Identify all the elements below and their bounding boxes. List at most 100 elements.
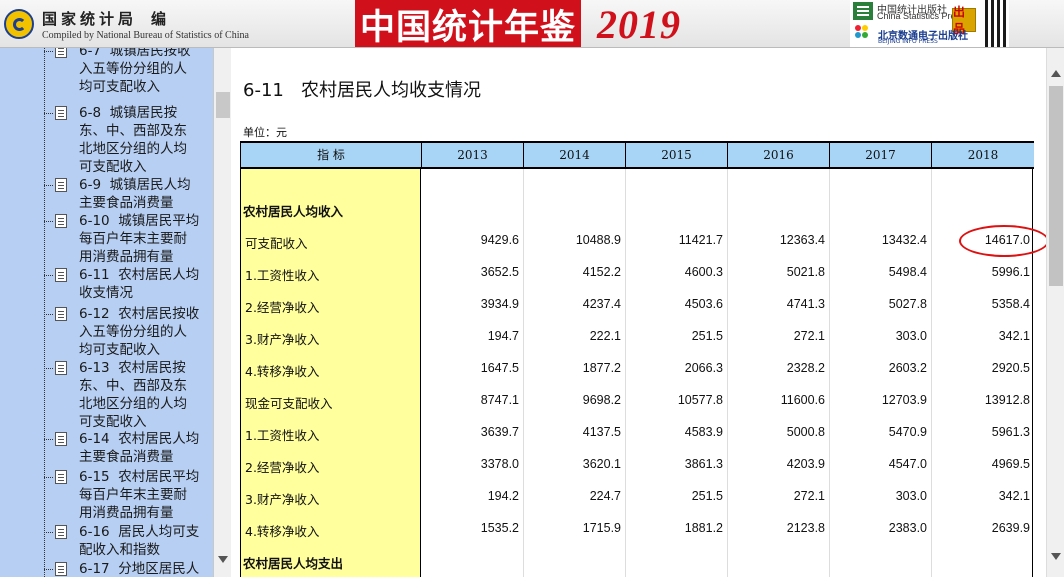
scroll-up-arrow-icon[interactable] (1051, 70, 1061, 77)
sidebar-scrollbar[interactable] (213, 48, 231, 577)
scroll-down-arrow-icon[interactable] (218, 556, 228, 563)
value-cell: 224.7 (589, 489, 621, 503)
value-cell: 194.2 (487, 489, 519, 503)
toc-item-label[interactable]: 6-8 城镇居民按 东、中、西部及东 北地区分组的人均 可支配收入 (79, 104, 209, 176)
value-cell: 3639.7 (480, 425, 519, 439)
table-row: 2.经营净收入 3378.0 3620.1 3861.3 4203.9 4547.0 496… (241, 449, 1034, 481)
document-icon (55, 48, 67, 58)
value-cell: 4503.6 (684, 297, 723, 311)
table-row: 4.转移净收入 1535.2 1715.9 1881.2 2123.8 2383.0 263… (241, 513, 1034, 545)
toc-item-label[interactable]: 6-16 居民人均可支 配收入和指数 (79, 523, 209, 559)
decorative-stripes (985, 0, 1009, 47)
value-cell: 5961.3 (991, 425, 1030, 439)
table-row: 现金可支配收入 8747.1 9698.2 10577.8 11600.6 12703.9… (241, 385, 1034, 417)
main-scroll-thumb[interactable] (1049, 86, 1063, 286)
value-cell: 4203.9 (786, 457, 825, 471)
value-cell: 1647.5 (480, 361, 519, 375)
table-section-row: 农村居民人均支出 (241, 545, 1034, 577)
value-cell: 8747.1 (480, 393, 519, 407)
value-cell: 4741.3 (786, 297, 825, 311)
value-cell: 2603.2 (888, 361, 927, 375)
year-header: 2013 (421, 143, 523, 167)
table-section-row: 农村居民人均收入 (241, 193, 1034, 225)
value-cell: 4137.5 (582, 425, 621, 439)
value-cell: 2639.9 (991, 521, 1030, 535)
value-cell: 4583.9 (684, 425, 723, 439)
document-icon (55, 361, 67, 375)
document-icon (55, 214, 67, 228)
row-label: 2.经营净收入 (245, 300, 320, 315)
value-cell: 251.5 (691, 329, 723, 343)
table-of-contents-sidebar: 6-7 城镇居民按收 入五等份分组的人 均可支配收入 6-8 城镇居民按 东、中… (0, 48, 213, 577)
year-header: 2015 (625, 143, 727, 167)
table-row: 2.经营净收入 3934.9 4237.4 4503.6 4741.3 5027.8 535… (241, 289, 1034, 321)
row-label: 4.转移净收入 (245, 364, 320, 379)
value-cell: 5000.8 (786, 425, 825, 439)
table-row: 1.工资性收入 3639.7 4137.5 4583.9 5000.8 5470.9 596… (241, 417, 1034, 449)
toc-item-label[interactable]: 6-11 农村居民人均 收支情况 (79, 266, 209, 302)
toc-item-label[interactable]: 6-7 城镇居民按收 入五等份分组的人 均可支配收入 (79, 48, 209, 96)
toc-item-label[interactable]: 6-15 农村居民平均 每百户年末主要耐 用消费品拥有量 (79, 468, 209, 522)
table-row: 3.财产净收入 194.7 222.1 251.5 272.1 303.0 342.1 (241, 321, 1034, 353)
value-cell: 4600.3 (684, 265, 723, 279)
year-header: 2016 (727, 143, 829, 167)
value-cell: 3620.1 (582, 457, 621, 471)
value-cell: 5470.9 (888, 425, 927, 439)
value-cell: 9429.6 (480, 233, 519, 247)
value-cell: 4969.5 (991, 457, 1030, 471)
toc-item-label[interactable]: 6-14 农村居民人均 主要食品消费量 (79, 430, 209, 466)
scroll-down-arrow-icon[interactable] (1051, 553, 1061, 560)
value-cell: 13432.4 (881, 233, 927, 247)
data-table: 指 标 2013 2014 2015 2016 2017 2018 农村居民人均… (240, 141, 1034, 577)
row-label: 1.工资性收入 (245, 428, 320, 443)
value-cell: 5358.4 (991, 297, 1030, 311)
nbs-logo-icon (4, 9, 34, 39)
document-icon (55, 307, 67, 321)
main-scrollbar[interactable] (1046, 48, 1064, 577)
beijing-info-press-icon (855, 25, 875, 45)
document-icon (55, 470, 67, 484)
table-row: 3.财产净收入 194.2 224.7 251.5 272.1 303.0 342.1 (241, 481, 1034, 513)
value-cell: 3378.0 (480, 457, 519, 471)
org-name-en: Compiled by National Bureau of Statistic… (42, 29, 249, 41)
value-cell: 2123.8 (786, 521, 825, 535)
row-label: 1.工资性收入 (245, 268, 320, 283)
row-label: 可支配收入 (245, 236, 308, 251)
row-label: 2.经营净收入 (245, 460, 320, 475)
toc-item-label[interactable]: 6-13 农村居民按 东、中、西部及东 北地区分组的人均 可支配收入 (79, 359, 209, 431)
value-cell: 10577.8 (677, 393, 723, 407)
document-icon (55, 432, 67, 446)
year-header: 2017 (829, 143, 931, 167)
toc-item-label[interactable]: 6-10 城镇居民平均 每百户年末主要耐 用消费品拥有量 (79, 212, 209, 266)
indicator-header: 指 标 (317, 148, 345, 162)
sidebar-scroll-thumb[interactable] (216, 92, 230, 118)
value-cell: 3934.9 (480, 297, 519, 311)
yearbook-header-banner: 国家统计局编 Compiled by National Bureau of St… (0, 0, 1064, 48)
document-icon (55, 525, 67, 539)
value-cell: 222.1 (589, 329, 621, 343)
row-label: 4.转移净收入 (245, 524, 320, 539)
value-cell: 2328.2 (786, 361, 825, 375)
value-cell: 4237.4 (582, 297, 621, 311)
document-icon (55, 268, 67, 282)
digital-publisher-en: BEIJING INFO PRESS (878, 38, 938, 45)
value-cell: 2920.5 (991, 361, 1030, 375)
toc-item-label[interactable]: 6-17 分地区居民人 (79, 560, 209, 577)
toc-item-label[interactable]: 6-12 农村居民按收 入五等份分组的人 均可支配收入 (79, 305, 209, 359)
table-row: 1.工资性收入 3652.5 4152.2 4600.3 5021.8 5498.4 599… (241, 257, 1034, 289)
document-icon (55, 562, 67, 576)
value-cell: 5021.8 (786, 265, 825, 279)
value-cell: 11600.6 (780, 393, 825, 407)
value-cell: 303.0 (895, 329, 927, 343)
value-cell: 4547.0 (888, 457, 927, 471)
edit-label: 编 (151, 9, 171, 28)
document-icon (55, 178, 67, 192)
table-header-row: 指 标 2013 2014 2015 2016 2017 2018 (241, 141, 1034, 169)
row-label: 农村居民人均支出 (243, 556, 344, 571)
china-statistics-press-icon (853, 2, 873, 20)
nbs-brand: 国家统计局编 Compiled by National Bureau of St… (4, 4, 249, 44)
value-cell: 1535.2 (480, 521, 519, 535)
unit-label: 单位：元 (243, 126, 287, 139)
toc-item-label[interactable]: 6-9 城镇居民人均 主要食品消费量 (79, 176, 209, 212)
value-cell: 342.1 (998, 329, 1030, 343)
